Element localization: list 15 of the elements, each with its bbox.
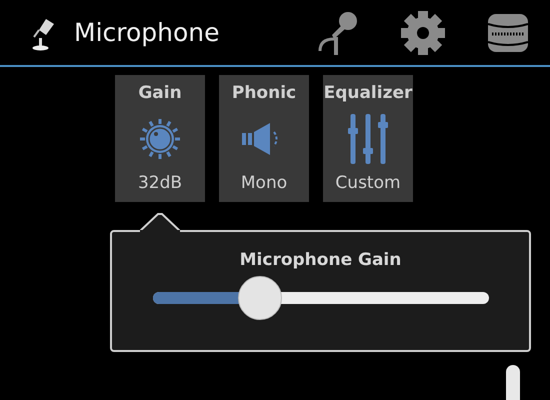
- knob-icon: [137, 118, 183, 160]
- equalizer-icon: [345, 112, 391, 166]
- popup-title: Microphone Gain: [240, 249, 402, 272]
- mode-tile[interactable]: Equalizer Custom: [323, 75, 413, 202]
- tile-label: Phonic: [232, 82, 296, 105]
- slider-thumb[interactable]: [238, 276, 282, 320]
- tile-label: Equalizer: [324, 82, 412, 105]
- mode-tile[interactable]: Gain 32dB: [115, 75, 205, 202]
- scroll-handle[interactable]: [506, 365, 520, 400]
- tile-value: Custom: [335, 172, 401, 194]
- window-title: Microphone: [74, 16, 220, 49]
- mode-tile[interactable]: Phonic Mono: [219, 75, 309, 202]
- tile-value: 32dB: [138, 172, 182, 194]
- tile-label: Gain: [138, 82, 182, 105]
- tile-value: Mono: [240, 172, 288, 194]
